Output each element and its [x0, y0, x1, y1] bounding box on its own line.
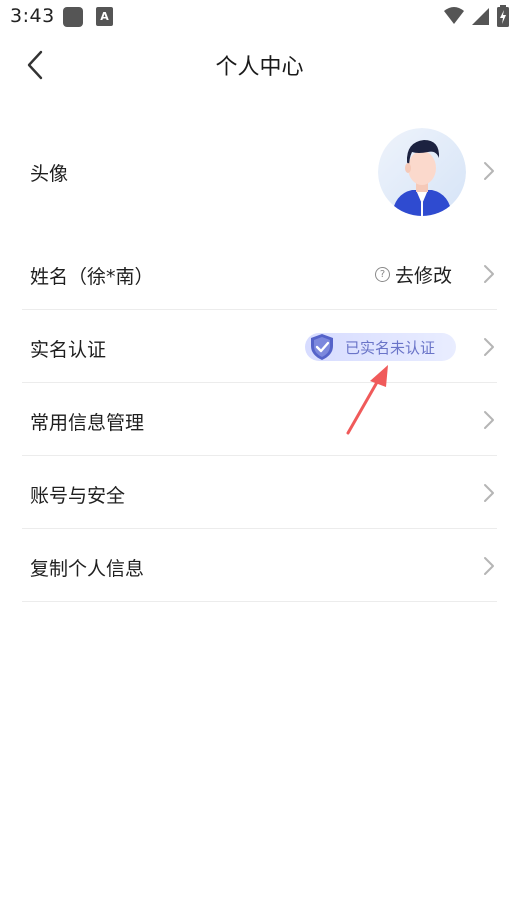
- row-label: 复制个人信息: [30, 558, 145, 580]
- edit-name-link[interactable]: 去修改: [395, 261, 452, 288]
- shield-check-icon: [311, 334, 333, 360]
- row-label: 头像: [30, 163, 69, 185]
- row-verification[interactable]: 实名认证 已实名未认证: [0, 310, 519, 383]
- row-label: 常用信息管理: [30, 412, 145, 434]
- wifi-icon: [444, 7, 464, 24]
- page-title: 个人中心: [215, 55, 304, 80]
- avatar-image: [378, 128, 466, 216]
- row-label: 账号与安全: [30, 485, 126, 507]
- badge-text: 已实名未认证: [345, 339, 436, 357]
- verification-status-badge[interactable]: 已实名未认证: [305, 333, 456, 361]
- divider: [22, 601, 497, 602]
- app-icon: [63, 7, 83, 27]
- a-icon: A: [96, 7, 113, 26]
- status-time: 3:43: [10, 5, 55, 27]
- chevron-right-icon: [484, 162, 494, 180]
- row-account-security[interactable]: 账号与安全: [0, 456, 519, 529]
- row-label: 实名认证: [30, 339, 107, 361]
- status-bar: 3:43 A: [0, 0, 519, 34]
- annotation-arrow: [346, 365, 388, 435]
- signal-icon: [472, 8, 489, 25]
- row-common-info[interactable]: 常用信息管理: [0, 383, 519, 456]
- chevron-right-icon: [484, 484, 494, 502]
- chevron-right-icon: [484, 557, 494, 575]
- avatar[interactable]: [378, 128, 466, 216]
- help-icon[interactable]: ?: [375, 267, 390, 282]
- chevron-right-icon: [484, 411, 494, 429]
- chevron-right-icon: [484, 265, 494, 283]
- row-label: 姓名（徐*南）: [30, 266, 154, 288]
- chevron-right-icon: [484, 338, 494, 356]
- row-copy-info[interactable]: 复制个人信息: [0, 529, 519, 602]
- settings-list: 头像 姓名（徐*南） ? 去修改 实名认证 已实名未认证 常用信息管理 账号与安…: [0, 96, 519, 602]
- app-header: 个人中心: [0, 34, 519, 96]
- battery-icon: [497, 5, 509, 27]
- row-name[interactable]: 姓名（徐*南） ? 去修改: [0, 246, 519, 310]
- row-avatar[interactable]: 头像: [0, 96, 519, 246]
